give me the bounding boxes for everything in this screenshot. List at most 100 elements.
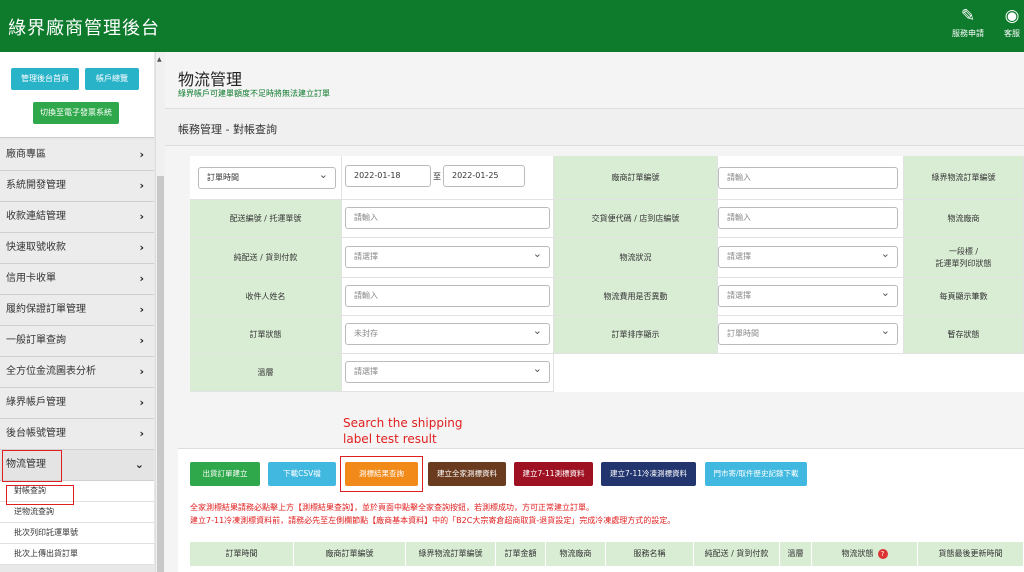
label-merchant-order-no: 廠商訂單編號 — [554, 156, 718, 200]
chevron-right-icon: › — [139, 365, 144, 378]
receiver-name-input[interactable]: 請輸入 — [345, 285, 550, 307]
label-logistics-status: 物流狀況 — [554, 238, 718, 278]
create-711-cold-test-button[interactable]: 建立7-11冷凍測標資料 — [601, 462, 696, 486]
app-title[interactable]: 綠界廠商管理後台 — [8, 14, 160, 40]
temperature-select[interactable]: 請選擇 — [345, 359, 550, 383]
order-sort-select[interactable]: 訂單時間 — [718, 321, 898, 345]
cod-select[interactable]: 請選擇 — [345, 244, 550, 268]
page-title: 物流管理 — [178, 70, 243, 89]
account-overview-button[interactable]: 帳戶總覽 — [85, 68, 139, 90]
highlight-test-result — [340, 456, 423, 492]
sidebar-subitem-reverse-logistics[interactable]: 逆物流查詢 — [0, 502, 154, 523]
sidebar-item-credit-card[interactable]: 信用卡收單 › — [0, 264, 154, 295]
label-print-status-line2: 託運單列印狀態 — [935, 258, 992, 268]
delivery-no-cell: 請輸入 — [342, 200, 554, 238]
search-form: 訂單時間 2022-01-18 至 2022-01-25 廠商訂單編號 請輸入 … — [190, 156, 1024, 392]
admin-home-button[interactable]: 管理後台首頁 — [11, 68, 79, 90]
date-type-select[interactable]: 訂單時間 — [198, 165, 336, 189]
sidebar-item-vendor[interactable]: 廠商專區 › — [0, 140, 154, 171]
sidebar-subitem-batch-upload[interactable]: 批次上傳出貨訂單 — [0, 544, 154, 565]
fee-changed-cell: 請選擇 — [718, 278, 904, 316]
label-delivery-no: 配送編號 / 托運單號 — [190, 200, 342, 238]
sidebar-item-backend-account[interactable]: 後台帳號管理 › — [0, 419, 154, 450]
store-history-download-button[interactable]: 門市寄/取件歷史記錄下載 — [705, 462, 807, 486]
label-receiver-name: 收件人姓名 — [190, 278, 342, 316]
sidebar-item-label: 履約保證訂單管理 — [6, 304, 86, 315]
date-to-input[interactable]: 2022-01-25 — [443, 165, 525, 187]
col-logistics-status[interactable]: 物流狀態? — [812, 542, 918, 566]
col-cod[interactable]: 純配送 / 貨到付款 — [694, 542, 780, 566]
delivery-no-input[interactable]: 請輸入 — [345, 207, 550, 229]
sidebar-item-orders[interactable]: 一般訂單查詢 › — [0, 326, 154, 357]
highlight-logistics — [2, 450, 62, 482]
switch-einvoice-button[interactable]: 切換至電子發票系統 — [33, 102, 119, 124]
notice-line2: 建立7-11冷凍測標資料前，請務必先至左側欄節點【廠商基本資料】中的「B2C大宗… — [190, 516, 676, 525]
highlight-reconciliation — [6, 485, 74, 505]
label-print-status-line1: 一段標 / — [948, 246, 979, 256]
sidebar-item-ecpay-account[interactable]: 綠界帳戶管理 › — [0, 388, 154, 419]
label-page-size: 每頁顯示筆數 — [904, 278, 1024, 316]
help-icon[interactable]: ? — [877, 549, 888, 559]
sidebar-item-label: 一般訂單查詢 — [6, 335, 66, 346]
order-status-select[interactable]: 未封存 — [345, 321, 550, 345]
col-last-update[interactable]: 貨態最後更新時間 — [918, 542, 1024, 566]
chevron-right-icon: › — [139, 396, 144, 409]
label-temp-status: 暫存狀態 — [904, 316, 1024, 354]
label-logistics-vendor: 物流廠商 — [904, 200, 1024, 238]
sidebar-item-payment-link[interactable]: 收款連結管理 › — [0, 202, 154, 233]
sidebar-quick-links: 管理後台首頁 帳戶總覽 切換至電子發票系統 — [0, 52, 154, 138]
order-sort-cell: 訂單時間 — [718, 316, 904, 354]
download-csv-button[interactable]: 下載CSV檔 — [268, 462, 336, 486]
receiver-name-cell: 請輸入 — [342, 278, 554, 316]
merchant-order-input[interactable]: 請輸入 — [718, 167, 898, 189]
create-711-test-button[interactable]: 建立7-11測標資料 — [514, 462, 593, 486]
sidebar-item-label: 廠商專區 — [6, 149, 46, 160]
chevron-right-icon: › — [139, 241, 144, 254]
support-button[interactable]: ◉ 客服 — [1004, 6, 1020, 39]
col-logistics-status-label: 物流狀態 — [841, 549, 874, 558]
service-apply-label: 服務申請 — [952, 29, 984, 38]
create-family-test-button[interactable]: 建立全家測標資料 — [428, 462, 506, 486]
col-order-amount[interactable]: 訂單金額 — [496, 542, 546, 566]
chevron-right-icon: › — [139, 334, 144, 347]
label-cvs-code: 交貨便代碼 / 店到店編號 — [554, 200, 718, 238]
sidebar-item-escrow[interactable]: 履約保證訂單管理 › — [0, 295, 154, 326]
order-status-cell: 未封存 — [342, 316, 554, 354]
label-order-status: 訂單狀態 — [190, 316, 342, 354]
sidebar-scroll-thumb[interactable] — [157, 176, 164, 572]
col-logistics-vendor[interactable]: 物流廠商 — [546, 542, 606, 566]
chevron-right-icon: › — [139, 272, 144, 285]
col-order-time[interactable]: 訂單時間 — [190, 542, 294, 566]
annotation-line1: Search the shipping — [343, 416, 463, 430]
create-order-button[interactable]: 出貨訂單建立 — [190, 462, 260, 486]
merchant-order-cell: 請輸入 — [718, 156, 904, 200]
col-service-name[interactable]: 服務名稱 — [606, 542, 694, 566]
sidebar-item-dev[interactable]: 系統開發管理 › — [0, 171, 154, 202]
date-range-cell: 2022-01-18 至 2022-01-25 — [342, 156, 554, 200]
sidebar-item-analytics[interactable]: 全方位金流圖表分析 › — [0, 357, 154, 388]
date-from-input[interactable]: 2022-01-18 — [345, 165, 431, 187]
sidebar-item-quick-collect[interactable]: 快速取號收款 › — [0, 233, 154, 264]
support-label: 客服 — [1004, 29, 1020, 38]
sidebar-item-label: 綠界帳戶管理 — [6, 397, 66, 408]
col-ecpay-logistics-no[interactable]: 綠界物流訂單編號 — [406, 542, 496, 566]
chevron-right-icon: › — [139, 303, 144, 316]
label-print-status: 一段標 / 託運單列印狀態 — [904, 238, 1024, 278]
annotation-line2: label test result — [343, 432, 437, 446]
sidebar-item-label: 全方位金流圖表分析 — [6, 366, 96, 377]
col-temperature[interactable]: 溫層 — [780, 542, 812, 566]
cvs-code-input[interactable]: 請輸入 — [718, 207, 898, 229]
scroll-up-icon[interactable]: ▲ — [157, 56, 162, 63]
logistics-status-cell: 請選擇 — [718, 238, 904, 278]
sidebar-item-label: 後台帳號管理 — [6, 428, 66, 439]
chevron-right-icon: › — [139, 210, 144, 223]
notice-line1: 全家測標結果請務必點擊上方【測標結果查詢】，並於頁面中點擊全家查詢按鈕，若測標成… — [190, 503, 594, 512]
col-merchant-order-no[interactable]: 廠商訂單編號 — [294, 542, 406, 566]
sidebar-subitem-batch-print[interactable]: 批次列印託運單號 — [0, 523, 154, 544]
service-apply-button[interactable]: ✎ 服務申請 — [952, 6, 984, 39]
cvs-code-cell: 請輸入 — [718, 200, 904, 238]
logistics-status-select[interactable]: 請選擇 — [718, 244, 898, 268]
sidebar-item-label: 快速取號收款 — [6, 242, 66, 253]
section-header — [165, 108, 1024, 146]
fee-changed-select[interactable]: 請選擇 — [718, 283, 898, 307]
